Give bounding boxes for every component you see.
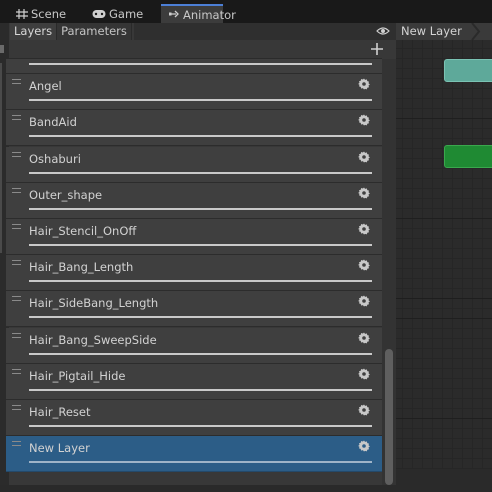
- layer-row[interactable]: BandAid: [6, 110, 382, 147]
- drag-handle-icon[interactable]: [12, 187, 21, 193]
- layer-row[interactable]: Angel: [6, 74, 382, 111]
- panel-tabs: Layers Parameters: [10, 23, 132, 40]
- weight-slider[interactable]: [29, 207, 372, 210]
- drag-handle-icon[interactable]: [12, 332, 21, 338]
- gear-icon[interactable]: [358, 223, 370, 235]
- tab-parameters[interactable]: Parameters: [57, 23, 132, 40]
- layer-row[interactable]: Hair_Stencil_OnOff: [6, 219, 382, 255]
- editor-tab-strip: Scene Game Animator: [0, 0, 492, 23]
- layer-name: New Layer: [29, 441, 90, 456]
- state-node-green[interactable]: [444, 145, 492, 168]
- gear-icon[interactable]: [358, 259, 370, 271]
- animator-icon: [169, 10, 179, 18]
- tab-scene-label: Scene: [31, 7, 67, 21]
- drag-handle-icon[interactable]: [12, 260, 21, 266]
- state-node-teal[interactable]: [444, 59, 492, 82]
- gamepad-icon: [92, 10, 106, 18]
- graph-separator: [396, 298, 492, 299]
- gear-icon[interactable]: [358, 151, 370, 163]
- layer-name: Angel: [29, 79, 62, 94]
- tab-game-label: Game: [109, 7, 144, 21]
- layer-name: BandAid: [29, 115, 77, 130]
- gear-icon[interactable]: [358, 332, 370, 344]
- drag-handle-icon[interactable]: [12, 441, 21, 447]
- eye-icon[interactable]: [376, 26, 390, 36]
- weight-slider[interactable]: [29, 280, 372, 283]
- drag-handle-icon[interactable]: [12, 405, 21, 410]
- panel-bottom-bar: [0, 485, 396, 492]
- add-layer-button[interactable]: [369, 42, 385, 58]
- weight-slider[interactable]: [29, 316, 372, 319]
- layer-row[interactable]: Hair_SideBang_Length: [6, 291, 382, 328]
- layer-row[interactable]: Hair_Reset: [6, 400, 382, 436]
- weight-slider[interactable]: [29, 99, 372, 102]
- gear-icon[interactable]: [358, 440, 370, 452]
- layer-list-scrollbar[interactable]: [382, 59, 396, 485]
- layer-row[interactable]: Outer_shape: [6, 182, 382, 219]
- gear-icon[interactable]: [358, 295, 370, 307]
- panel-edge: [0, 63, 2, 253]
- layer-row[interactable]: Hair_Pigtail_Hide: [6, 363, 382, 400]
- weight-slider[interactable]: [29, 425, 372, 427]
- animator-graph[interactable]: [396, 23, 492, 492]
- layer-row[interactable]: Socks: [6, 59, 382, 74]
- weight-slider[interactable]: [29, 63, 372, 65]
- drag-handle-icon[interactable]: [12, 368, 21, 374]
- layer-name: Oshaburi: [29, 151, 81, 166]
- tab-scene[interactable]: Scene: [16, 5, 66, 23]
- drag-handle-icon[interactable]: [12, 151, 21, 157]
- gear-icon[interactable]: [358, 368, 370, 380]
- tab-animator-label: Animator: [183, 7, 236, 22]
- weight-slider[interactable]: [29, 244, 372, 246]
- panel-notch: [0, 45, 4, 53]
- layer-list: Socks Angel BandAid Oshaburi Outer_shape Hair…: [6, 59, 382, 485]
- drag-handle-icon[interactable]: [12, 296, 21, 302]
- layer-row[interactable]: Hair_Bang_Length: [6, 255, 382, 292]
- breadcrumb-label: New Layer: [401, 24, 462, 38]
- tab-animator[interactable]: Animator: [161, 4, 236, 23]
- layer-row[interactable]: Hair_Bang_SweepSide: [6, 327, 382, 364]
- weight-slider[interactable]: [29, 461, 372, 464]
- weight-slider[interactable]: [29, 171, 372, 174]
- gear-icon[interactable]: [358, 114, 370, 126]
- layer-name: Hair_Bang_SweepSide: [29, 332, 157, 347]
- weight-slider[interactable]: [29, 388, 372, 391]
- breadcrumb-arrow-icon: [471, 23, 481, 40]
- layer-row[interactable]: New Layer: [6, 436, 382, 473]
- drag-handle-icon[interactable]: [12, 115, 21, 121]
- grid-icon: [16, 9, 28, 19]
- tab-game[interactable]: Game: [92, 5, 143, 23]
- gear-icon[interactable]: [358, 404, 370, 416]
- gear-icon[interactable]: [358, 187, 370, 199]
- layer-row[interactable]: Oshaburi: [6, 146, 382, 183]
- scrollbar-thumb[interactable]: [385, 349, 393, 485]
- layer-name: Outer_shape: [29, 187, 103, 202]
- graph-header: New Layer: [396, 23, 492, 40]
- layer-name: Hair_SideBang_Length: [29, 296, 159, 311]
- layers-panel: Layers Parameters Socks Angel BandAid Oshab…: [0, 23, 396, 492]
- gear-icon[interactable]: [358, 78, 370, 90]
- panel-tabs-fill: [134, 23, 396, 40]
- layer-name: Hair_Bang_Length: [29, 260, 134, 275]
- drag-handle-icon[interactable]: [12, 224, 21, 229]
- drag-handle-icon[interactable]: [12, 79, 21, 85]
- weight-slider[interactable]: [29, 135, 372, 138]
- tab-layers[interactable]: Layers: [10, 23, 58, 40]
- weight-slider[interactable]: [29, 352, 372, 355]
- graph-bottom-bar: [396, 469, 492, 492]
- plus-icon: [371, 43, 383, 55]
- layer-name: Hair_Pigtail_Hide: [29, 368, 126, 383]
- layer-name: Hair_Reset: [29, 405, 91, 419]
- layer-name: Hair_Stencil_OnOff: [29, 224, 137, 238]
